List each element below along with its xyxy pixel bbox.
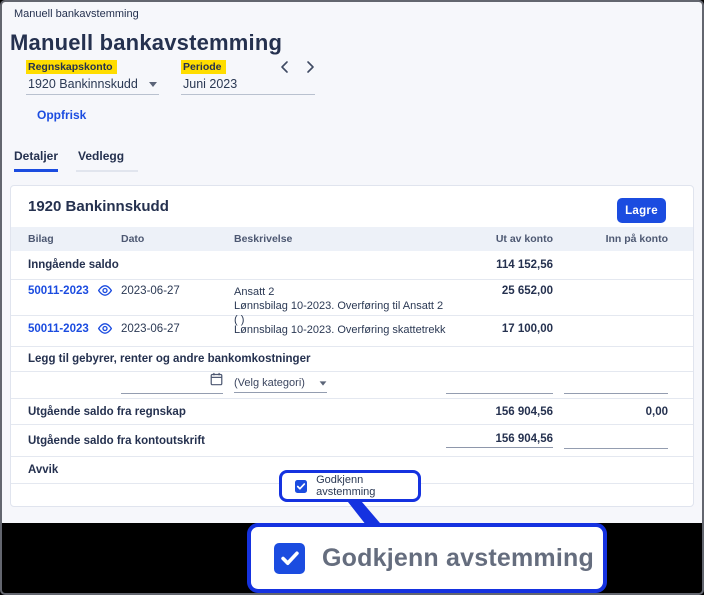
caret-down-icon: [149, 81, 157, 87]
entry-date: 2023-06-27: [121, 323, 180, 335]
callout-label: Godkjenn avstemming: [322, 543, 594, 572]
account-value: 1920 Bankinnskudd: [28, 77, 138, 91]
page-title: Manuell bankavstemming: [10, 30, 283, 55]
account-field: Regnskapskonto 1920 Bankinnskudd: [26, 59, 159, 95]
filter-bar: Regnskapskonto 1920 Bankinnskudd Periode: [26, 59, 317, 95]
check-icon: [280, 551, 299, 565]
account-select[interactable]: 1920 Bankinnskudd: [26, 73, 159, 95]
check-icon: [296, 482, 306, 490]
ledger-balance-row: Utgående saldo fra regnskap 156 904,56 0…: [11, 398, 693, 424]
period-value: Juni 2023: [183, 77, 238, 91]
entry-description: Ansatt 2 Lønnsbilag 10-2023. Overføring …: [234, 286, 444, 326]
fees-section-row: Legg til gebyrer, renter og andre bankom…: [11, 346, 693, 371]
period-label: Periode: [181, 59, 226, 74]
opening-balance-label: Inngående saldo: [28, 259, 119, 271]
entry-out-amount: 17 100,00: [501, 323, 553, 335]
statement-balance-label: Utgående saldo fra kontoutskrift: [28, 434, 205, 447]
window-frame: Manuell bankavstemming Manuell bankavste…: [0, 0, 704, 595]
table-header-row: Bilag Dato Beskrivelse Ut av konto Inn p…: [11, 227, 693, 251]
column-header-beskrivelse: Beskrivelse: [234, 233, 293, 245]
approve-annotation-highlight: Godkjenn avstemming: [279, 470, 421, 502]
voucher-link[interactable]: 50011-2023: [28, 285, 89, 297]
entry-out-amount: 25 652,00: [501, 285, 553, 297]
caret-down-icon: [319, 380, 327, 386]
approve-checkbox[interactable]: [295, 479, 308, 493]
entry-date: 2023-06-27: [121, 285, 180, 297]
eye-icon[interactable]: [97, 322, 113, 335]
fee-entry-input-row: (Velg kategori): [11, 371, 693, 398]
statement-balance-row: Utgående saldo fra kontoutskrift 156 904…: [11, 424, 693, 456]
fee-in-amount-input[interactable]: [564, 377, 668, 394]
tab-detaljer[interactable]: Detaljer: [14, 149, 59, 172]
entry-description: Lønnsbilag 10-2023. Overføring skattetre…: [234, 324, 446, 336]
column-header-bilag: Bilag: [28, 233, 54, 245]
column-header-ut-av-konto: Ut av konto: [495, 233, 553, 245]
statement-in-input[interactable]: [564, 432, 668, 449]
breadcrumb: Manuell bankavstemming: [14, 8, 139, 20]
tab-vedlegg[interactable]: Vedlegg: [76, 149, 139, 172]
page: Manuell bankavstemming Manuell bankavste…: [2, 2, 702, 523]
opening-balance-row: Inngående saldo 114 152,56: [11, 251, 693, 279]
category-select[interactable]: (Velg kategori): [234, 377, 327, 393]
fee-date-input[interactable]: [121, 372, 223, 394]
deviation-label: Avvik: [28, 464, 59, 476]
tab-bar: Detaljer Vedlegg: [14, 149, 139, 172]
statement-out-input[interactable]: 156 904,56: [446, 433, 553, 448]
voucher-link[interactable]: 50011-2023: [28, 323, 89, 335]
column-header-dato: Dato: [121, 233, 145, 245]
chevron-right-icon[interactable]: [303, 59, 317, 75]
fees-section-label: Legg til gebyrer, renter og andre bankom…: [28, 353, 311, 365]
approve-checkbox-callout: Godkjenn avstemming: [247, 523, 607, 593]
eye-icon[interactable]: [97, 284, 113, 297]
period-navigation: [277, 59, 317, 75]
save-button[interactable]: Lagre: [617, 198, 666, 223]
table-row: 50011-2023 2023-06-27 Ansatt 2 Lønnsbila…: [11, 279, 693, 326]
reconciliation-card: 1920 Bankinnskudd Lagre Bilag Dato Beskr…: [10, 185, 694, 507]
ledger-balance-in: 0,00: [645, 405, 668, 418]
chevron-left-icon[interactable]: [277, 59, 291, 75]
period-input[interactable]: Juni 2023: [181, 73, 315, 95]
account-label: Regnskapskonto: [26, 59, 117, 74]
calendar-icon[interactable]: [210, 372, 223, 391]
category-select-value: (Velg kategori): [234, 377, 305, 389]
ledger-balance-out: 156 904,56: [495, 405, 553, 418]
approve-checkbox-zoomed: [274, 542, 305, 574]
fee-out-amount-input[interactable]: [446, 377, 553, 394]
refresh-link[interactable]: Oppfrisk: [37, 108, 86, 122]
approve-checkbox-label: Godkjenn avstemming: [316, 474, 376, 498]
period-field: Periode Juni 2023: [181, 59, 317, 95]
card-title: 1920 Bankinnskudd: [28, 198, 169, 215]
card-header: 1920 Bankinnskudd Lagre: [11, 186, 693, 227]
column-header-inn-pa-konto: Inn på konto: [605, 233, 668, 245]
ledger-balance-label: Utgående saldo fra regnskap: [28, 405, 186, 418]
opening-balance-out: 114 152,56: [496, 259, 553, 271]
